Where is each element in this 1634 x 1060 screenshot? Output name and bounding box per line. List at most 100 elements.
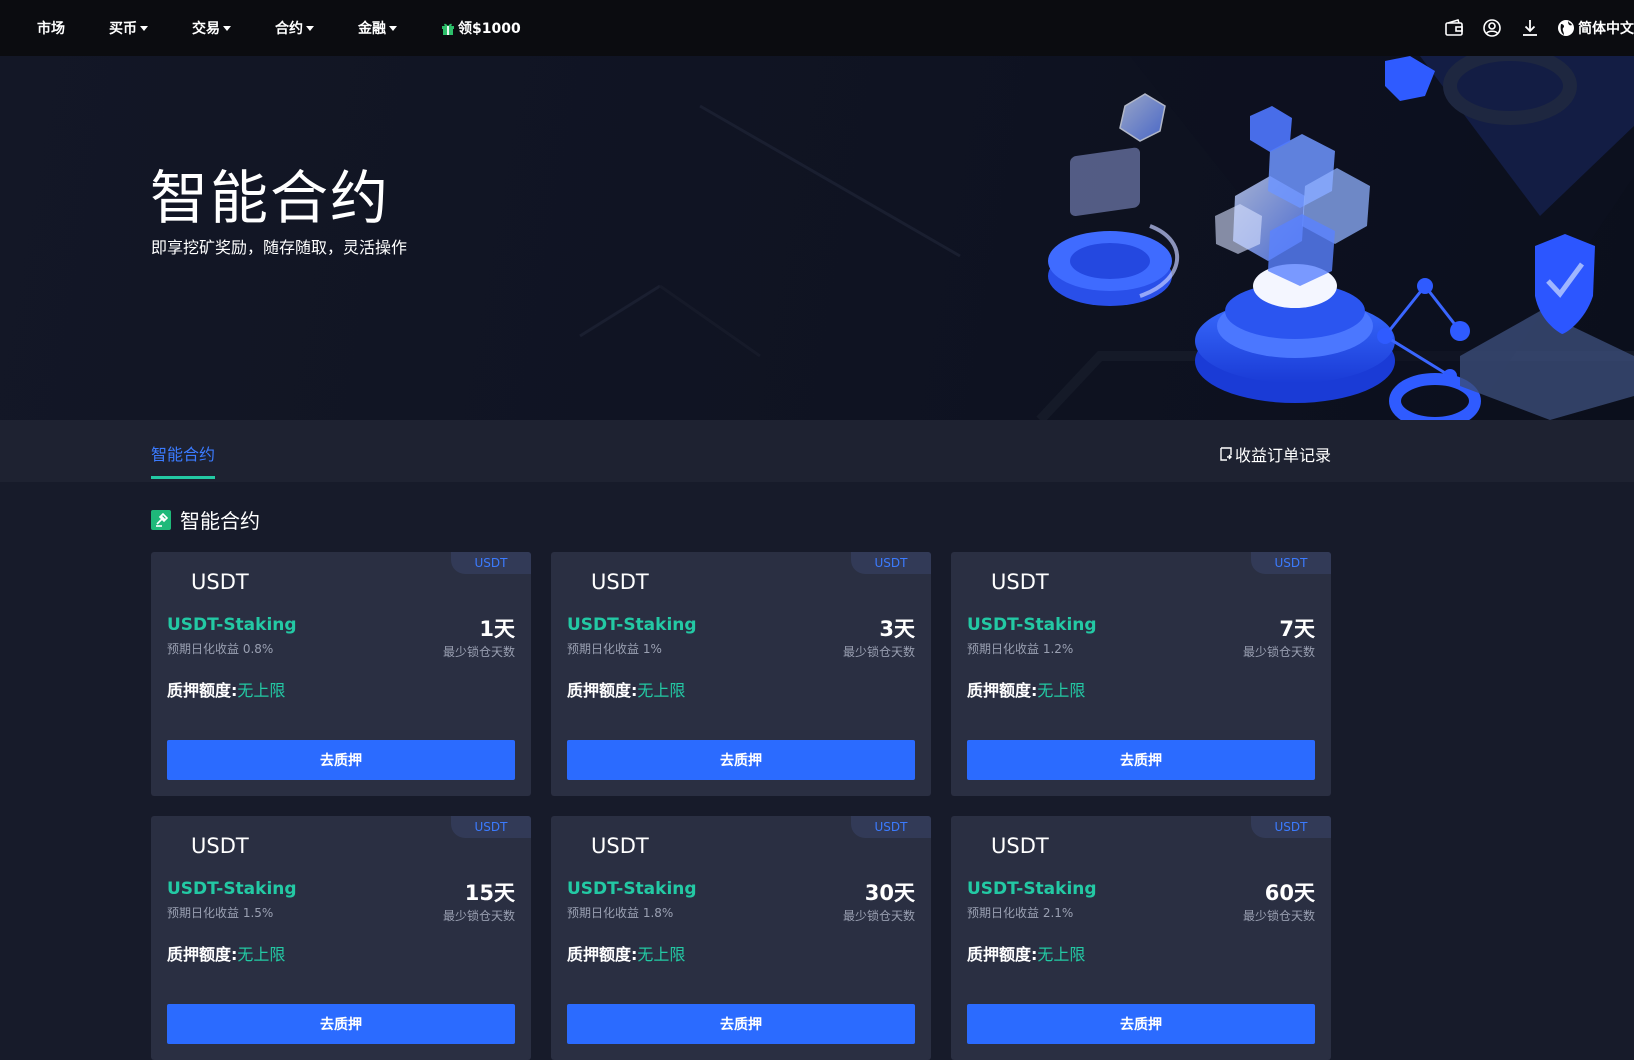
lock-days-label: 最少锁仓天数 <box>842 645 915 659</box>
caret-down-icon <box>389 25 397 31</box>
stake-button[interactable]: 去质押 <box>967 1004 1315 1044</box>
coin-name: USDT <box>191 834 249 858</box>
stake-button[interactable]: 去质押 <box>167 1004 515 1044</box>
caret-down-icon <box>306 25 314 31</box>
lock-days: 15天 <box>464 881 515 905</box>
quota-label: 质押额度: <box>567 945 638 964</box>
contract-icon <box>151 509 171 530</box>
wallet-icon[interactable] <box>1443 17 1465 39</box>
hero-banner: 智能合约 即享挖矿奖励，随存随取，灵活操作 <box>0 56 1634 420</box>
gift-icon <box>442 23 454 35</box>
product-grid: USDT USDT USDT-Staking 预期日化收益 0.8% 1天 最少… <box>151 552 1331 1060</box>
product-name: USDT-Staking <box>967 615 1097 635</box>
quota-value: 无上限 <box>1037 681 1086 700</box>
lock-days: 1天 <box>479 617 515 641</box>
promo-label: 领$1000 <box>458 21 521 37</box>
lock-days-label: 最少锁仓天数 <box>442 645 515 659</box>
quota-label: 质押额度: <box>967 681 1038 700</box>
coin-name: USDT <box>591 834 649 858</box>
record-icon <box>1220 447 1232 461</box>
stake-quota: 质押额度:无上限 <box>167 677 285 701</box>
lock-days-label: 最少锁仓天数 <box>1242 645 1315 659</box>
currency-badge: USDT <box>451 816 531 838</box>
coin-name: USDT <box>991 570 1049 594</box>
currency-badge: USDT <box>851 816 931 838</box>
lock-days-label: 最少锁仓天数 <box>842 909 915 923</box>
currency-badge: USDT <box>1251 552 1331 574</box>
coin-name: USDT <box>591 570 649 594</box>
stake-quota: 质押额度:无上限 <box>967 677 1085 701</box>
lock-days-label: 最少锁仓天数 <box>1242 909 1315 923</box>
product-name: USDT-Staking <box>567 879 697 899</box>
nav-item-trade[interactable]: 交易 <box>192 18 231 38</box>
product-name: USDT-Staking <box>167 615 297 635</box>
lock-days-label: 最少锁仓天数 <box>442 909 515 923</box>
quota-value: 无上限 <box>237 681 286 700</box>
tab-bar: 智能合约 收益订单记录 <box>0 420 1634 482</box>
quota-value: 无上限 <box>637 681 686 700</box>
earnings-records-link[interactable]: 收益订单记录 <box>1218 442 1331 466</box>
staking-card: USDT USDT USDT-Staking 预期日化收益 1% 3天 最少锁仓… <box>551 552 931 796</box>
hero-title: 智能合约 <box>150 164 391 232</box>
user-icon[interactable] <box>1481 17 1503 39</box>
tab-active-indicator <box>151 476 215 479</box>
globe-icon <box>1558 20 1574 36</box>
expected-yield: 预期日化收益 1.5% <box>167 906 274 920</box>
expected-yield: 预期日化收益 1.8% <box>567 906 674 920</box>
stake-button[interactable]: 去质押 <box>967 740 1315 780</box>
quota-value: 无上限 <box>237 945 286 964</box>
expected-yield: 预期日化收益 2.1% <box>967 906 1074 920</box>
stake-quota: 质押额度:无上限 <box>567 941 685 965</box>
nav-item-label: 金融 <box>358 21 386 37</box>
coin-name: USDT <box>191 570 249 594</box>
nav-item-promo[interactable]: 领$1000 <box>441 18 521 38</box>
product-name: USDT-Staking <box>167 879 297 899</box>
stake-quota: 质押额度:无上限 <box>567 677 685 701</box>
quota-label: 质押额度: <box>167 681 238 700</box>
nav-item-label: 合约 <box>275 21 303 37</box>
nav-menu: 市场 买币 交易 合约 金融 领$1000 <box>37 18 521 38</box>
language-selector[interactable]: 简体中文 <box>1557 18 1634 38</box>
tab-smart-contract[interactable]: 智能合约 <box>151 441 215 465</box>
nav-item-buy-crypto[interactable]: 买币 <box>109 18 148 38</box>
lock-days: 7天 <box>1279 617 1315 641</box>
stake-button[interactable]: 去质押 <box>167 740 515 780</box>
stake-button[interactable]: 去质押 <box>567 740 915 780</box>
expected-yield: 预期日化收益 0.8% <box>167 642 274 656</box>
hero-subtitle: 即享挖矿奖励，随存随取，灵活操作 <box>151 238 408 257</box>
nav-actions: 简体中文 <box>1427 0 1634 56</box>
staking-card: USDT USDT USDT-Staking 预期日化收益 2.1% 60天 最… <box>951 816 1331 1060</box>
nav-item-label: 市场 <box>37 21 65 37</box>
records-label: 收益订单记录 <box>1235 446 1332 465</box>
stake-button[interactable]: 去质押 <box>567 1004 915 1044</box>
section-header: 智能合约 <box>151 505 260 534</box>
language-label: 简体中文 <box>1578 21 1634 37</box>
product-name: USDT-Staking <box>967 879 1097 899</box>
lock-days: 3天 <box>879 617 915 641</box>
stake-quota: 质押额度:无上限 <box>167 941 285 965</box>
currency-badge: USDT <box>851 552 931 574</box>
hero-illustration <box>1040 56 1634 420</box>
nav-item-finance[interactable]: 金融 <box>358 18 397 38</box>
lock-days: 30天 <box>864 881 915 905</box>
quota-value: 无上限 <box>637 945 686 964</box>
staking-card: USDT USDT USDT-Staking 预期日化收益 0.8% 1天 最少… <box>151 552 531 796</box>
nav-item-market[interactable]: 市场 <box>37 18 65 38</box>
currency-badge: USDT <box>451 552 531 574</box>
lock-days: 60天 <box>1264 881 1315 905</box>
staking-card: USDT USDT USDT-Staking 预期日化收益 1.5% 15天 最… <box>151 816 531 1060</box>
nav-item-label: 交易 <box>192 21 220 37</box>
expected-yield: 预期日化收益 1.2% <box>967 642 1074 656</box>
nav-item-contract[interactable]: 合约 <box>275 18 314 38</box>
stake-quota: 质押额度:无上限 <box>967 941 1085 965</box>
top-nav: 市场 买币 交易 合约 金融 领$1000 简体中文 <box>0 0 1634 56</box>
quota-label: 质押额度: <box>967 945 1038 964</box>
quota-label: 质押额度: <box>167 945 238 964</box>
caret-down-icon <box>140 25 148 31</box>
nav-item-label: 买币 <box>109 21 137 37</box>
quota-value: 无上限 <box>1037 945 1086 964</box>
coin-name: USDT <box>991 834 1049 858</box>
download-icon[interactable] <box>1519 17 1541 39</box>
quota-label: 质押额度: <box>567 681 638 700</box>
expected-yield: 预期日化收益 1% <box>567 642 662 656</box>
